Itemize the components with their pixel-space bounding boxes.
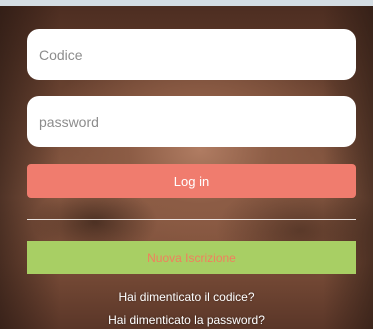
forgot-code-link[interactable]: Hai dimenticato il codice? (0, 290, 373, 304)
login-button[interactable]: Log in (27, 164, 356, 198)
top-strip (0, 0, 373, 6)
register-button[interactable]: Nuova Iscrizione (27, 241, 356, 274)
code-input[interactable] (27, 29, 356, 80)
forgot-password-link[interactable]: Hai dimenticato la password? (0, 313, 373, 327)
divider (27, 219, 356, 220)
password-input[interactable] (27, 96, 356, 147)
